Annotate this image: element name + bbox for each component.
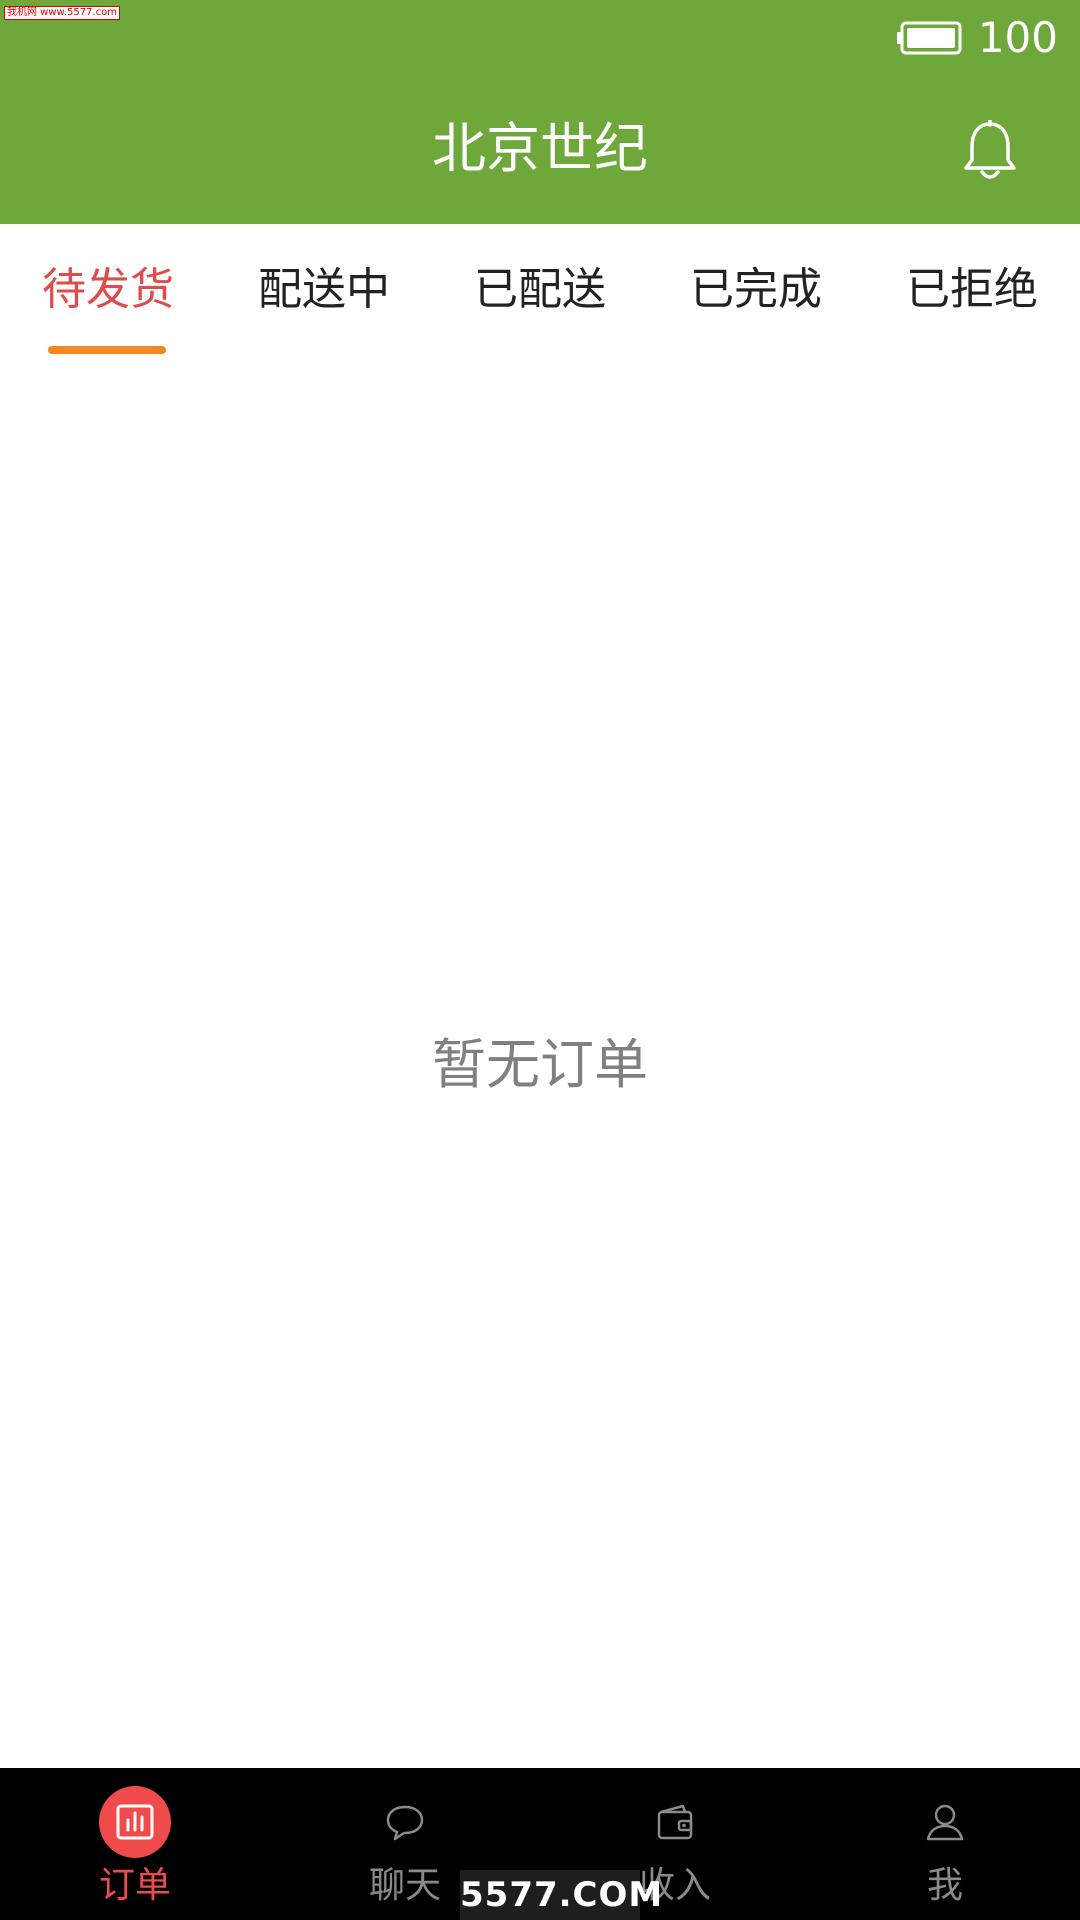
battery-level: 100 <box>977 13 1058 62</box>
nav-item-me[interactable]: 我 <box>810 1768 1080 1920</box>
wallet-icon <box>639 1786 711 1858</box>
tab-rejected[interactable]: 已拒绝 <box>864 260 1080 320</box>
bell-icon[interactable] <box>962 120 1018 182</box>
tab-pending-shipment[interactable]: 待发货 <box>0 260 216 320</box>
tab-delivered[interactable]: 已配送 <box>432 260 648 320</box>
status-bar: 100 <box>896 14 1058 62</box>
page-title: 北京世纪 <box>432 117 648 180</box>
watermark-bottom: 5577.COM <box>460 1870 662 1920</box>
battery-icon <box>896 21 962 55</box>
order-status-tabs: 待发货 配送中 已配送 已完成 已拒绝 <box>0 224 1080 354</box>
chat-bubble-icon <box>369 1786 441 1858</box>
tab-completed[interactable]: 已完成 <box>648 260 864 320</box>
tab-delivering[interactable]: 配送中 <box>216 260 432 320</box>
bar-chart-icon <box>99 1786 171 1858</box>
nav-label-orders: 订单 <box>98 1865 171 1906</box>
nav-item-orders[interactable]: 订单 <box>0 1768 270 1920</box>
active-tab-indicator <box>48 346 166 354</box>
nav-label-me: 我 <box>926 1865 963 1906</box>
app-header: 我机网 www.5577.com 100 北京世纪 <box>0 0 1080 224</box>
watermark-top: 我机网 www.5577.com <box>4 6 120 20</box>
empty-state-text: 暂无订单 <box>432 1033 648 1096</box>
user-icon <box>909 1786 981 1858</box>
